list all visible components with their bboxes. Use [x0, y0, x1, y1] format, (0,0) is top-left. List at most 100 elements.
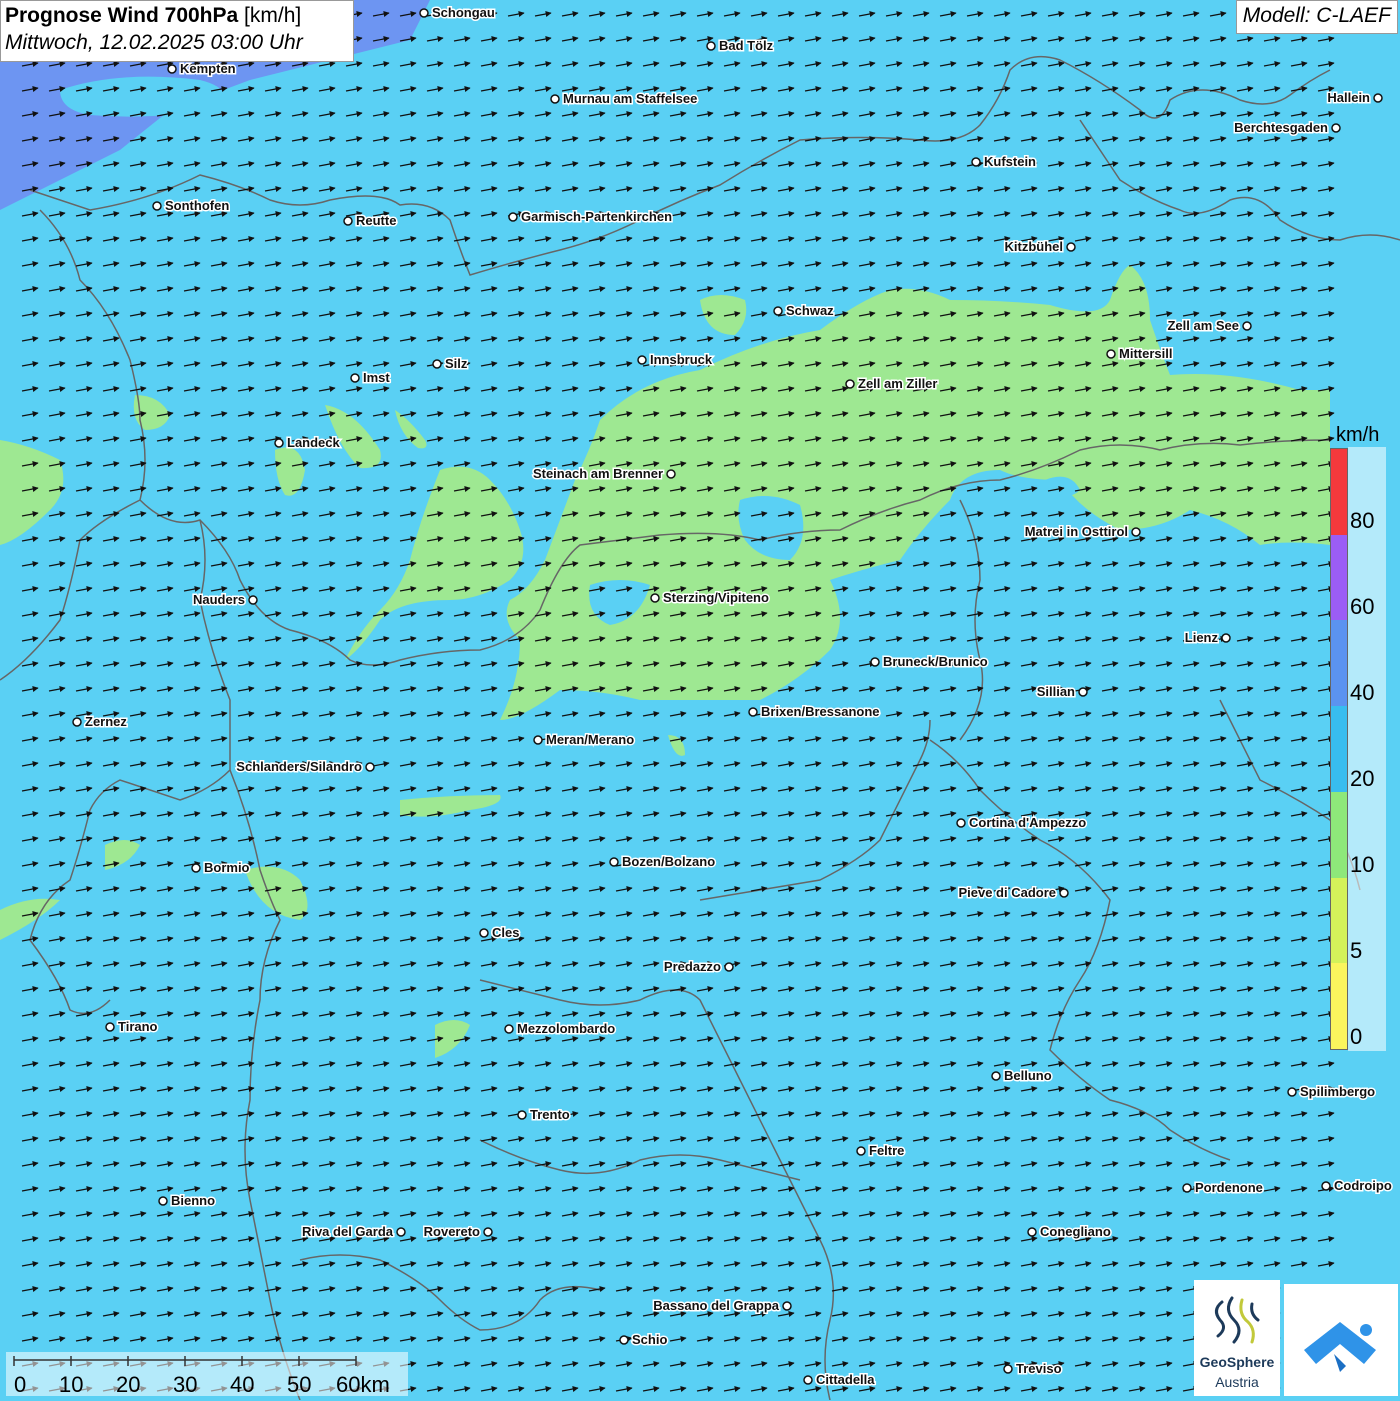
city-dot [991, 1071, 1001, 1081]
city-label: Reutte [356, 213, 396, 228]
map-title-box: Prognose Wind 700hPa [km/h] Mittwoch, 12… [0, 0, 354, 62]
city-dot [504, 1024, 514, 1034]
city-label: Bienno [171, 1193, 215, 1208]
city-dot [274, 438, 284, 448]
city-dot [152, 201, 162, 211]
city-marker[interactable]: Sonthofen [152, 197, 231, 215]
city-dot [1059, 888, 1069, 898]
city-label: Steinach am Brenner [533, 466, 663, 481]
city-label: Riva del Garda [302, 1224, 394, 1239]
legend-segment [1331, 791, 1347, 878]
city-label: Cortina d'Ampezzo [969, 815, 1086, 830]
city-marker[interactable]: Pordenone [1182, 1179, 1264, 1197]
city-dot [1182, 1183, 1192, 1193]
city-dot [343, 216, 353, 226]
city-dot [483, 1227, 493, 1237]
city-label: Landeck [287, 435, 341, 450]
city-label: Mezzolombardo [517, 1021, 615, 1036]
city-label: Sonthofen [165, 198, 229, 213]
city-dot [167, 64, 177, 74]
city-marker[interactable]: Berchtesgaden [1233, 119, 1341, 137]
city-dot [1221, 633, 1231, 643]
city-dot [550, 94, 560, 104]
city-label: Bruneck/Brunico [883, 654, 988, 669]
city-dot [479, 928, 489, 938]
city-dot [517, 1110, 527, 1120]
city-label: Berchtesgaden [1234, 120, 1328, 135]
city-dot [158, 1196, 168, 1206]
city-marker[interactable]: Matrei in Osttirol [1023, 523, 1141, 541]
wetter-app-logo[interactable] [1284, 1284, 1398, 1396]
city-marker[interactable]: Cortina d'Ampezzo [956, 814, 1088, 832]
map-title-unit: [km/h] [244, 4, 302, 27]
legend-segment [1331, 620, 1347, 707]
city-label: Zell am Ziller [858, 376, 937, 391]
city-label: Brixen/Bressanone [761, 704, 880, 719]
city-marker[interactable]: Steinach am Brenner [531, 465, 676, 483]
city-label: Cles [492, 925, 519, 940]
city-label: Conegliano [1040, 1224, 1111, 1239]
city-label: Hallein [1327, 90, 1370, 105]
wetter-app-icon [1304, 1322, 1376, 1372]
city-marker[interactable]: Meran/Merano [533, 731, 636, 749]
city-label: Predazzo [664, 959, 721, 974]
city-label: Matrei in Osttirol [1025, 524, 1128, 539]
legend-label: 40 [1350, 680, 1375, 705]
city-marker[interactable]: Innsbruck [637, 351, 714, 369]
legend-segment [1331, 963, 1347, 1049]
city-label: Kempten [180, 61, 236, 76]
city-marker[interactable]: Zell am See [1166, 317, 1252, 335]
geosphere-logo[interactable]: GeoSphere Austria [1194, 1280, 1280, 1396]
city-marker[interactable]: Zell am Ziller [845, 375, 939, 393]
scale-label: 20 [116, 1372, 141, 1397]
city-label: Schlanders/Silandro [236, 759, 362, 774]
city-marker[interactable]: Bruneck/Brunico [870, 653, 989, 671]
city-label: Garmisch-Partenkirchen [521, 209, 672, 224]
city-label: Lienz [1185, 630, 1219, 645]
scale-label: 50 [287, 1372, 312, 1397]
city-marker[interactable]: Schongau [419, 4, 496, 22]
city-dot [637, 355, 647, 365]
legend-segment [1331, 534, 1347, 621]
city-marker[interactable]: Garmisch-Partenkirchen [508, 208, 674, 226]
city-dot [1242, 321, 1252, 331]
city-marker[interactable]: Sterzing/Vipiteno [650, 589, 770, 607]
city-dot [845, 379, 855, 389]
city-dot [650, 593, 660, 603]
city-label: Bad Tölz [719, 38, 774, 53]
city-marker[interactable]: Riva del Garda [300, 1223, 406, 1241]
city-label: Schio [632, 1332, 667, 1347]
city-marker[interactable]: Bozen/Bolzano [609, 853, 717, 871]
city-dot [609, 857, 619, 867]
model-label: Modell: C-LAEF [1235, 0, 1398, 34]
city-marker[interactable]: Pieve di Cadore [957, 884, 1069, 902]
city-dot [748, 707, 758, 717]
city-label: Tirano [118, 1019, 158, 1034]
wind-map[interactable]: Schongau Kempten Bad Tölz Murnau am Staffel… [0, 0, 1400, 1400]
city-marker[interactable]: Murnau am Staffelsee [550, 90, 699, 108]
city-marker[interactable]: Spilimbergo [1287, 1083, 1377, 1101]
city-dot [533, 735, 543, 745]
city-marker[interactable]: Mezzolombardo [504, 1020, 617, 1038]
city-marker[interactable]: Conegliano [1027, 1223, 1112, 1241]
city-label: Codroipo [1334, 1178, 1392, 1193]
city-dot [856, 1146, 866, 1156]
city-dot [1003, 1364, 1013, 1374]
city-dot [432, 359, 442, 369]
city-label: Innsbruck [650, 352, 713, 367]
legend-label: 0 [1350, 1024, 1363, 1049]
map-title: Prognose Wind 700hPa [km/h] [5, 4, 349, 28]
city-dot [773, 306, 783, 316]
legend-segment [1331, 877, 1347, 964]
city-label: Treviso [1016, 1361, 1062, 1376]
city-marker[interactable]: Schlanders/Silandro [235, 758, 375, 776]
logo-country: Austria [1215, 1374, 1259, 1390]
city-marker[interactable]: Brixen/Bressanone [748, 703, 881, 721]
city-label: Zell am See [1167, 318, 1239, 333]
legend-unit: km/h [1336, 424, 1380, 446]
city-dot [1027, 1227, 1037, 1237]
city-label: Rovereto [424, 1224, 480, 1239]
city-dot [724, 962, 734, 972]
city-dot [508, 212, 518, 222]
city-marker[interactable]: Bassano del Grappa [652, 1297, 792, 1315]
